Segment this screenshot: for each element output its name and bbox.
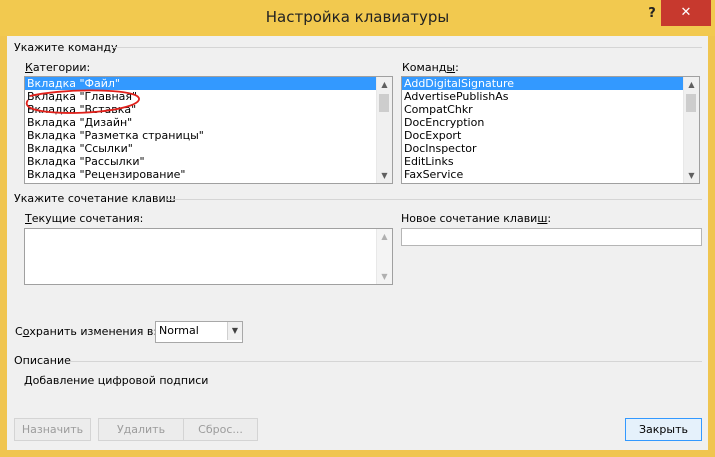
remove-button[interactable]: Удалить [98,418,184,441]
scroll-down-icon[interactable]: ▼ [684,168,699,183]
command-item[interactable]: EditLinks [402,155,699,168]
current-keys-listbox[interactable]: ▲ ▼ [24,228,393,285]
command-item[interactable]: AddDigitalSignature [402,77,699,90]
categories-scrollbar[interactable]: ▲ ▼ [376,77,392,183]
scroll-up-icon[interactable]: ▲ [377,77,392,92]
description-divider [69,361,702,362]
chevron-down-icon[interactable]: ▼ [227,322,242,340]
command-item[interactable]: AdvertisePublishAs [402,90,699,103]
close-window-button[interactable]: ✕ [661,0,711,26]
commands-list: AddDigitalSignature AdvertisePublishAs Com… [402,77,699,181]
description-title: Описание [14,354,71,367]
command-item[interactable]: DocEncryption [402,116,699,129]
red-circle-annotation-icon [25,89,140,114]
scroll-up-icon[interactable]: ▲ [684,77,699,92]
commands-scrollbar[interactable]: ▲ ▼ [683,77,699,183]
new-key-label: Новое сочетание клавиш: [401,212,552,225]
save-in-select[interactable]: Normal ▼ [155,321,243,343]
close-button[interactable]: Закрыть [625,418,702,441]
category-item[interactable]: Вкладка "Рассылки" [25,155,392,168]
category-item[interactable]: Вкладка "Разметка страницы" [25,129,392,142]
new-key-input[interactable] [401,228,702,246]
command-group-title: Укажите команду [14,41,118,54]
category-item[interactable]: Вкладка "Рецензирование" [25,168,392,181]
category-item[interactable]: Вкладка "Дизайн" [25,116,392,129]
dialog-client-area: Укажите команду Категории: Вкладка "Файл… [7,36,708,450]
command-item[interactable]: CompatChkr [402,103,699,116]
categories-label: Категории: [25,61,91,74]
current-keys-label: Текущие сочетания: [25,212,144,225]
save-in-value: Normal [159,324,199,337]
command-item[interactable]: DocInspector [402,142,699,155]
reset-button[interactable]: Сброс... [183,418,258,441]
scroll-thumb[interactable] [379,94,389,112]
command-item[interactable]: DocExport [402,129,699,142]
scroll-down-icon[interactable]: ▼ [377,168,392,183]
command-item[interactable]: FaxService [402,168,699,181]
category-item[interactable]: Вкладка "Ссылки" [25,142,392,155]
current-keys-scrollbar[interactable]: ▲ ▼ [376,229,392,284]
window-title: Настройка клавиатуры [265,8,450,26]
scroll-down-icon[interactable]: ▼ [377,269,392,284]
commands-listbox[interactable]: AddDigitalSignature AdvertisePublishAs Com… [401,76,700,184]
commands-label: Команды: [402,61,459,74]
description-text: Добавление цифровой подписи [24,374,209,387]
shortcut-group-title: Укажите сочетание клавиш [14,192,176,205]
shortcut-group-divider [167,199,702,200]
save-in-label: Сохранить изменения в: [15,325,158,338]
assign-button[interactable]: Назначить [14,418,91,441]
scroll-thumb[interactable] [686,94,696,112]
command-group-divider [112,47,702,48]
scroll-up-icon[interactable]: ▲ [377,229,392,244]
